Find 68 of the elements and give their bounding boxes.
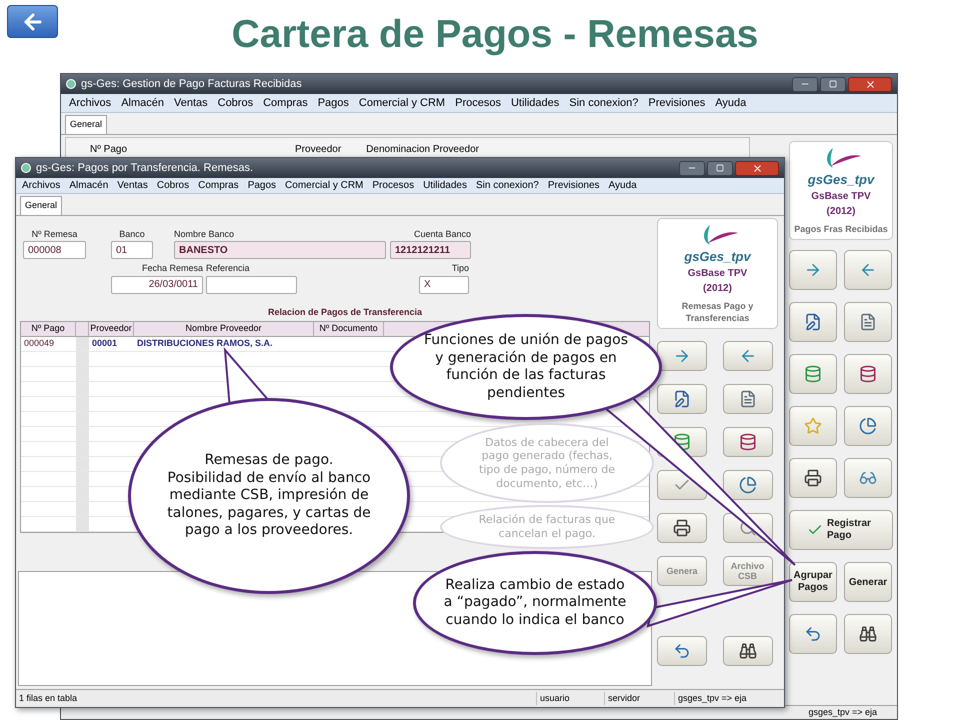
field-label: Nº Pago — [90, 142, 128, 156]
menu-item[interactable]: Archivos — [69, 94, 112, 112]
menu-item[interactable]: Procesos — [455, 94, 501, 112]
column-header[interactable]: Nº Pago — [21, 322, 76, 336]
action-button[interactable]: Agrupar Pagos — [789, 562, 837, 602]
column-header[interactable]: Proveedor — [89, 322, 134, 336]
input-field[interactable]: 01 — [111, 241, 153, 259]
status-text: usuario — [536, 692, 604, 706]
table-cell-text: 000049 — [23, 337, 56, 350]
menu-item[interactable]: Almacén — [69, 178, 108, 193]
register-payment-button[interactable]: Registrar Pago — [789, 510, 893, 550]
menu-item[interactable]: Previsiones — [548, 178, 600, 193]
tab[interactable]: General — [65, 115, 108, 134]
field-label: Nº Remesa — [30, 228, 78, 240]
menu-item[interactable]: Cobros — [156, 178, 190, 193]
column-header[interactable]: Nº Documento — [314, 322, 384, 336]
menu-item[interactable]: Ayuda — [715, 94, 746, 112]
window-title: gs-Ges: Gestion de Pago Facturas Recibidas — [81, 76, 302, 92]
field-label: Tipo — [450, 262, 469, 275]
window-title: gs-Ges: Pagos por Transferencia. Remesas. — [36, 160, 254, 176]
menu-item[interactable]: Comercial y CRM — [285, 178, 364, 193]
menu-item[interactable]: Pagos — [248, 178, 276, 193]
menu-item[interactable]: Ayuda — [608, 178, 637, 193]
field-label: Referencia — [206, 262, 251, 275]
input-field[interactable]: X — [419, 276, 469, 294]
field-label: Banco — [118, 228, 146, 240]
field-label: Nombre Banco — [174, 228, 236, 240]
field-label: Denominacion Proveedor — [366, 142, 479, 156]
field-label: Cuenta Banco — [412, 228, 471, 240]
product-year: (2012) — [703, 282, 732, 296]
menu-item[interactable]: Almacén — [121, 94, 164, 112]
product-name: GsBase TPV — [688, 267, 748, 281]
status-text: 1 filas en tabla — [18, 692, 78, 705]
menu-item[interactable]: Utilidades — [423, 178, 467, 193]
brand-name: gsGes_tpv — [684, 248, 751, 266]
menu-item[interactable]: Procesos — [372, 178, 414, 193]
menu-item[interactable]: Cobros — [218, 94, 254, 112]
menu-item[interactable]: Compras — [263, 94, 308, 112]
table-cell-text: 00001 — [91, 337, 118, 350]
column-header[interactable]: Nombre Proveedor — [134, 322, 314, 336]
field-label: Fecha Remesa — [140, 262, 203, 275]
input-field[interactable]: 1212121211 — [390, 241, 471, 259]
menu-item[interactable]: Sin conexion? — [569, 94, 638, 112]
input-field[interactable]: BANESTO — [174, 241, 386, 259]
brand-name: gsGes_tpv — [808, 170, 874, 189]
tab[interactable]: General — [20, 196, 62, 214]
menu-item[interactable]: Ventas — [174, 94, 208, 112]
menu-item[interactable]: Compras — [198, 178, 239, 193]
product-year: (2012) — [826, 205, 856, 219]
logo-caption: Remesas Pago y Transferencias — [680, 300, 754, 324]
table-cell-text: DISTRIBUCIONES RAMOS, S.A. — [136, 337, 274, 350]
logo-caption: Pagos Fras Recibidas — [793, 223, 889, 235]
field-label: Proveedor — [295, 142, 342, 156]
input-field[interactable]: 000008 — [23, 241, 86, 259]
status-text: gsges_tpv => eja — [674, 692, 750, 706]
status-text: gsges_tpv => eja — [808, 706, 877, 719]
status-text: servidor — [604, 692, 674, 706]
product-name: GsBase TPV — [811, 190, 871, 204]
menu-item[interactable]: Utilidades — [510, 94, 560, 112]
action-button[interactable]: Generar — [844, 562, 892, 602]
menu-item[interactable]: Comercial y CRM — [358, 94, 446, 112]
menu-item[interactable]: Archivos — [22, 178, 60, 193]
slide-title: Cartera de Pagos - Remesas — [232, 12, 758, 58]
menu-item[interactable]: Sin conexion? — [476, 178, 539, 193]
input-field[interactable]: 26/03/0011 — [111, 276, 203, 294]
menu-item[interactable]: Pagos — [318, 94, 349, 112]
menu-item[interactable]: Ventas — [117, 178, 148, 193]
menu-item[interactable]: Previsiones — [648, 94, 706, 112]
